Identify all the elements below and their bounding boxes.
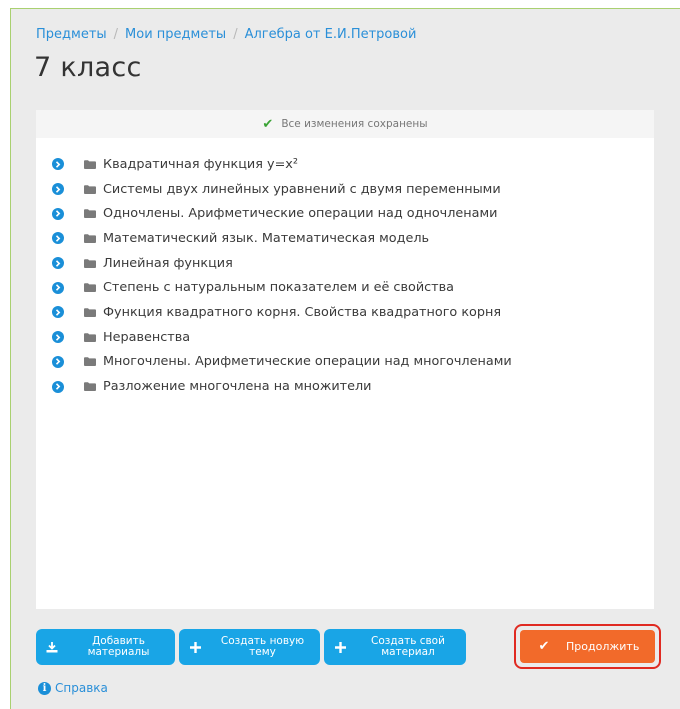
chevron-right-icon[interactable] <box>52 281 64 294</box>
folder-icon <box>84 332 96 342</box>
topic-item[interactable]: Квадратичная функция y=x² <box>36 152 654 177</box>
chevron-right-icon[interactable] <box>52 331 64 344</box>
chevron-right-icon[interactable] <box>52 257 64 270</box>
breadcrumb-algebra[interactable]: Алгебра от Е.И.Петровой <box>245 27 417 42</box>
breadcrumb-separator: / <box>233 27 238 42</box>
topic-label: Квадратичная функция y=x² <box>103 156 298 172</box>
topic-label: Разложение многочлена на множители <box>103 379 372 395</box>
create-topic-label-line2: тему <box>249 646 276 658</box>
topic-label: Функция квадратного корня. Свойства квад… <box>103 304 502 320</box>
topic-item[interactable]: Неравенства <box>36 325 654 350</box>
topic-item[interactable]: Одночлены. Арифметические операции над о… <box>36 201 654 226</box>
help-link[interactable]: i Справка <box>38 681 108 695</box>
topic-list: Квадратичная функция y=x² Системы двух ли… <box>36 152 654 399</box>
topic-item[interactable]: Степень с натуральным показателем и её с… <box>36 275 654 300</box>
chevron-right-icon[interactable] <box>52 183 64 196</box>
folder-icon <box>84 160 96 169</box>
topic-item[interactable]: Линейная функция <box>36 251 654 276</box>
create-topic-label: Создать новую тему <box>211 636 320 658</box>
info-icon: i <box>38 681 51 695</box>
create-material-label-line2: материал <box>381 646 435 658</box>
folder-icon <box>84 283 96 293</box>
topic-item[interactable]: Многочлены. Арифметические операции над … <box>36 350 654 375</box>
chevron-right-icon[interactable] <box>52 306 64 319</box>
page-title: 7 класс <box>34 52 142 83</box>
continue-button[interactable]: ✔ Продолжить <box>520 630 655 663</box>
folder-icon <box>84 357 96 367</box>
chevron-right-icon[interactable] <box>52 207 64 220</box>
chevron-right-icon[interactable] <box>52 380 64 393</box>
topic-item[interactable]: Функция квадратного корня. Свойства квад… <box>36 300 654 325</box>
breadcrumb-subjects[interactable]: Предметы <box>36 27 107 42</box>
add-materials-label-line2: материалы <box>87 646 150 658</box>
folder-icon <box>84 184 96 194</box>
topics-panel: ✔ Все изменения сохранены Квадратичная ф… <box>36 110 654 609</box>
continue-highlight: ✔ Продолжить <box>514 624 661 669</box>
plus-icon <box>179 641 211 653</box>
topic-label: Многочлены. Арифметические операции над … <box>103 354 512 370</box>
topic-label: Одночлены. Арифметические операции над о… <box>103 206 498 222</box>
folder-icon <box>84 258 96 268</box>
topic-label: Степень с натуральным показателем и её с… <box>103 280 455 296</box>
add-materials-label: Добавить материалы <box>68 636 175 658</box>
chevron-right-icon[interactable] <box>52 158 64 171</box>
folder-icon <box>84 234 96 243</box>
topic-item[interactable]: Системы двух линейных уравнений с двумя … <box>36 177 654 202</box>
folder-icon <box>84 308 96 317</box>
help-label: Справка <box>55 681 108 695</box>
save-status-bar: ✔ Все изменения сохранены <box>36 110 654 138</box>
continue-label: Продолжить <box>566 640 640 653</box>
chevron-right-icon[interactable] <box>52 232 64 245</box>
topic-label: Неравенства <box>103 329 191 345</box>
create-material-label: Создать свой материал <box>356 636 466 658</box>
check-icon: ✔ <box>538 639 550 654</box>
topic-label: Системы двух линейных уравнений с двумя … <box>103 181 501 197</box>
breadcrumb-my-subjects[interactable]: Мои предметы <box>125 27 226 42</box>
add-materials-button[interactable]: Добавить материалы <box>36 629 175 665</box>
topic-item[interactable]: Разложение многочлена на множители <box>36 374 654 399</box>
plus-icon <box>324 641 356 653</box>
topic-label: Линейная функция <box>103 255 233 271</box>
create-topic-button[interactable]: Создать новую тему <box>179 629 320 665</box>
save-status-text: Все изменения сохранены <box>281 118 428 130</box>
breadcrumb: Предметы / Мои предметы / Алгебра от Е.И.Пет… <box>36 27 416 42</box>
folder-icon <box>84 209 96 219</box>
check-icon: ✔ <box>262 116 274 132</box>
chevron-right-icon[interactable] <box>52 355 64 368</box>
topic-item[interactable]: Математический язык. Математическая моде… <box>36 226 654 251</box>
topic-label: Математический язык. Математическая моде… <box>103 230 430 246</box>
folder-icon <box>84 382 96 392</box>
create-material-button[interactable]: Создать свой материал <box>324 629 466 665</box>
download-icon <box>36 641 68 653</box>
breadcrumb-separator: / <box>113 27 119 42</box>
